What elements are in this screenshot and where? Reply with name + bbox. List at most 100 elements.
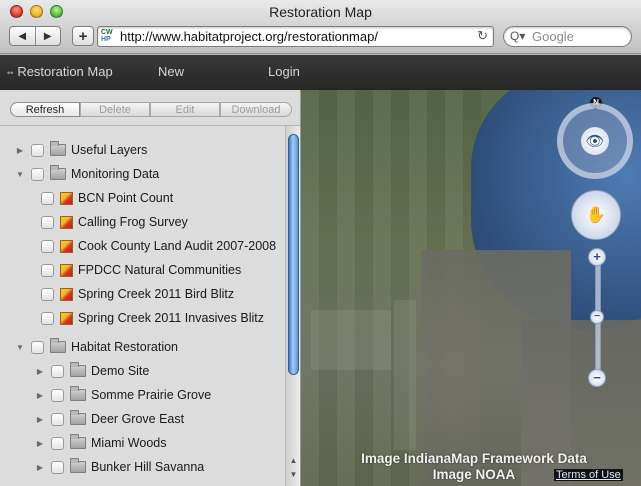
tree-folder-row[interactable]: ▶ Deer Grove East [35,409,184,429]
forward-arrow-icon: ▶ [43,30,52,42]
tree-folder-row[interactable]: ▶ Bunker Hill Savanna [35,457,204,477]
layer-checkbox[interactable] [51,436,64,450]
layer-checkbox[interactable] [51,412,64,426]
layer-checkbox[interactable] [41,191,54,205]
layer-panel: Refresh Delete Edit Download ▶ Useful Lay… [0,90,301,486]
reload-icon[interactable]: ↻ [477,28,488,44]
tree-item-label: Demo Site [91,364,150,378]
folder-icon [70,458,86,473]
tree-folder-row[interactable]: ▼ Monitoring Data [15,164,159,184]
tree-item-label: Useful Layers [71,143,148,157]
search-field[interactable]: Q▾ Google [503,26,632,47]
plus-icon: + [78,27,88,45]
app-toolbar: •• Restoration Map New Login [0,55,641,90]
map-imagery-seam [394,300,416,450]
tree-layer-row[interactable]: Calling Frog Survey [35,212,188,232]
look-up-icon[interactable]: ⌃ [591,107,599,118]
tree-item-label: Bunker Hill Savanna [91,460,205,474]
back-forward-group: ◀ ▶ [9,26,61,46]
layer-checkbox[interactable] [31,143,44,157]
search-icon[interactable]: Q▾ [510,29,525,43]
forward-button[interactable]: ▶ [34,27,61,45]
folder-icon [70,410,86,425]
disclosure-expanded-icon[interactable]: ▼ [15,343,25,352]
scroll-up-icon[interactable]: ▲ [286,456,301,466]
tree-layer-row[interactable]: Cook County Land Audit 2007-2008 [35,236,276,256]
disclosure-collapsed-icon[interactable]: ▶ [15,146,25,155]
tree-item-label: Somme Prairie Grove [91,388,212,402]
layer-checkbox[interactable] [31,167,44,181]
layer-checkbox[interactable] [41,215,54,229]
layer-checkbox[interactable] [31,340,44,354]
zoom-out-button[interactable]: − [588,369,606,387]
look-right-icon[interactable]: › [617,132,620,143]
zoom-slider-handle[interactable]: − [590,310,604,324]
zoom-in-button[interactable]: + [588,248,606,266]
folder-icon [50,165,66,180]
map-layer-icon [60,311,73,325]
tree-item-label: Spring Creek 2011 Bird Blitz [78,287,235,301]
layer-checkbox[interactable] [41,239,54,253]
brand-menu[interactable]: •• Restoration Map [7,64,113,79]
layer-checkbox[interactable] [41,311,54,325]
scrollbar-thumb[interactable] [288,134,299,375]
look-control-ring[interactable]: ⌃ ⌄ ‹ › 👁 [557,103,633,179]
tree-folder-row[interactable]: ▶ Somme Prairie Grove [35,385,211,405]
disclosure-collapsed-icon[interactable]: ▶ [35,439,45,448]
disclosure-collapsed-icon[interactable]: ▶ [35,463,45,472]
disclosure-collapsed-icon[interactable]: ▶ [35,415,45,424]
delete-button[interactable]: Delete [80,102,150,117]
terms-of-use-link[interactable]: Terms of Use [554,469,623,481]
tree-scrollbar[interactable]: ▲ ▼ [285,126,300,486]
layer-checkbox[interactable] [51,364,64,378]
look-left-icon[interactable]: ‹ [566,132,569,143]
url-text: http://www.habitatproject.org/restoratio… [120,29,378,44]
refresh-button[interactable]: Refresh [10,102,80,117]
layer-checkbox[interactable] [51,460,64,474]
tree-folder-row[interactable]: ▶ Demo Site [35,361,149,381]
tree-item-label: Monitoring Data [71,167,160,181]
layer-checkbox[interactable] [41,263,54,277]
tree-layer-row[interactable]: FPDCC Natural Communities [35,260,241,280]
layer-checkbox[interactable] [41,287,54,301]
address-bar[interactable]: CW HP http://www.habitatproject.org/rest… [97,26,494,47]
window-title: Restoration Map [269,4,372,20]
action-button-group: Refresh Delete Edit Download [10,102,292,117]
disclosure-expanded-icon[interactable]: ▼ [15,170,25,179]
new-link[interactable]: New [158,64,184,79]
map-layer-icon [60,263,73,277]
scroll-down-icon[interactable]: ▼ [286,470,301,480]
map-layer-icon [60,287,73,301]
tree-item-label: Habitat Restoration [71,340,179,354]
site-favicon-icon: CW HP [101,29,117,45]
favicon-top-text: CW [101,29,113,36]
map-layer-icon [60,239,73,253]
edit-button[interactable]: Edit [150,102,220,117]
map-imagery-tile [311,310,391,370]
tree-layer-row[interactable]: BCN Point Count [35,188,173,208]
tree-folder-row[interactable]: ▶ Miami Woods [35,433,166,453]
tree-layer-row[interactable]: Spring Creek 2011 Invasives Blitz [35,308,264,328]
brand-label: Restoration Map [17,64,113,79]
download-button[interactable]: Download [220,102,292,117]
disclosure-collapsed-icon[interactable]: ▶ [35,367,45,376]
back-button[interactable]: ◀ [10,27,35,45]
menu-dots-icon: •• [7,68,14,78]
pan-control[interactable]: ✋ [571,190,621,240]
layer-checkbox[interactable] [51,388,64,402]
satellite-map[interactable]: N ⌃ ⌄ ‹ › 👁 ✋ + − − Image IndianaMap Fra… [301,90,641,486]
disclosure-collapsed-icon[interactable]: ▶ [35,391,45,400]
favicon-bottom-text: HP [101,36,111,43]
tree-item-label: Calling Frog Survey [78,215,188,229]
tree-folder-row[interactable]: ▼ Habitat Restoration [15,337,178,357]
tree-layer-row[interactable]: Spring Creek 2011 Bird Blitz [35,284,234,304]
back-arrow-icon: ◀ [18,30,27,42]
login-link[interactable]: Login [268,64,300,79]
add-bookmark-button[interactable]: + [72,26,94,46]
look-down-icon[interactable]: ⌄ [591,155,599,166]
eye-icon[interactable]: 👁 [581,127,609,155]
layer-tree: ▶ Useful Layers ▼ Monitoring Data BCN Point … [0,126,284,486]
tree-item-label: Deer Grove East [91,412,185,426]
hand-icon: ✋ [586,207,606,224]
tree-folder-row[interactable]: ▶ Useful Layers [15,140,147,160]
